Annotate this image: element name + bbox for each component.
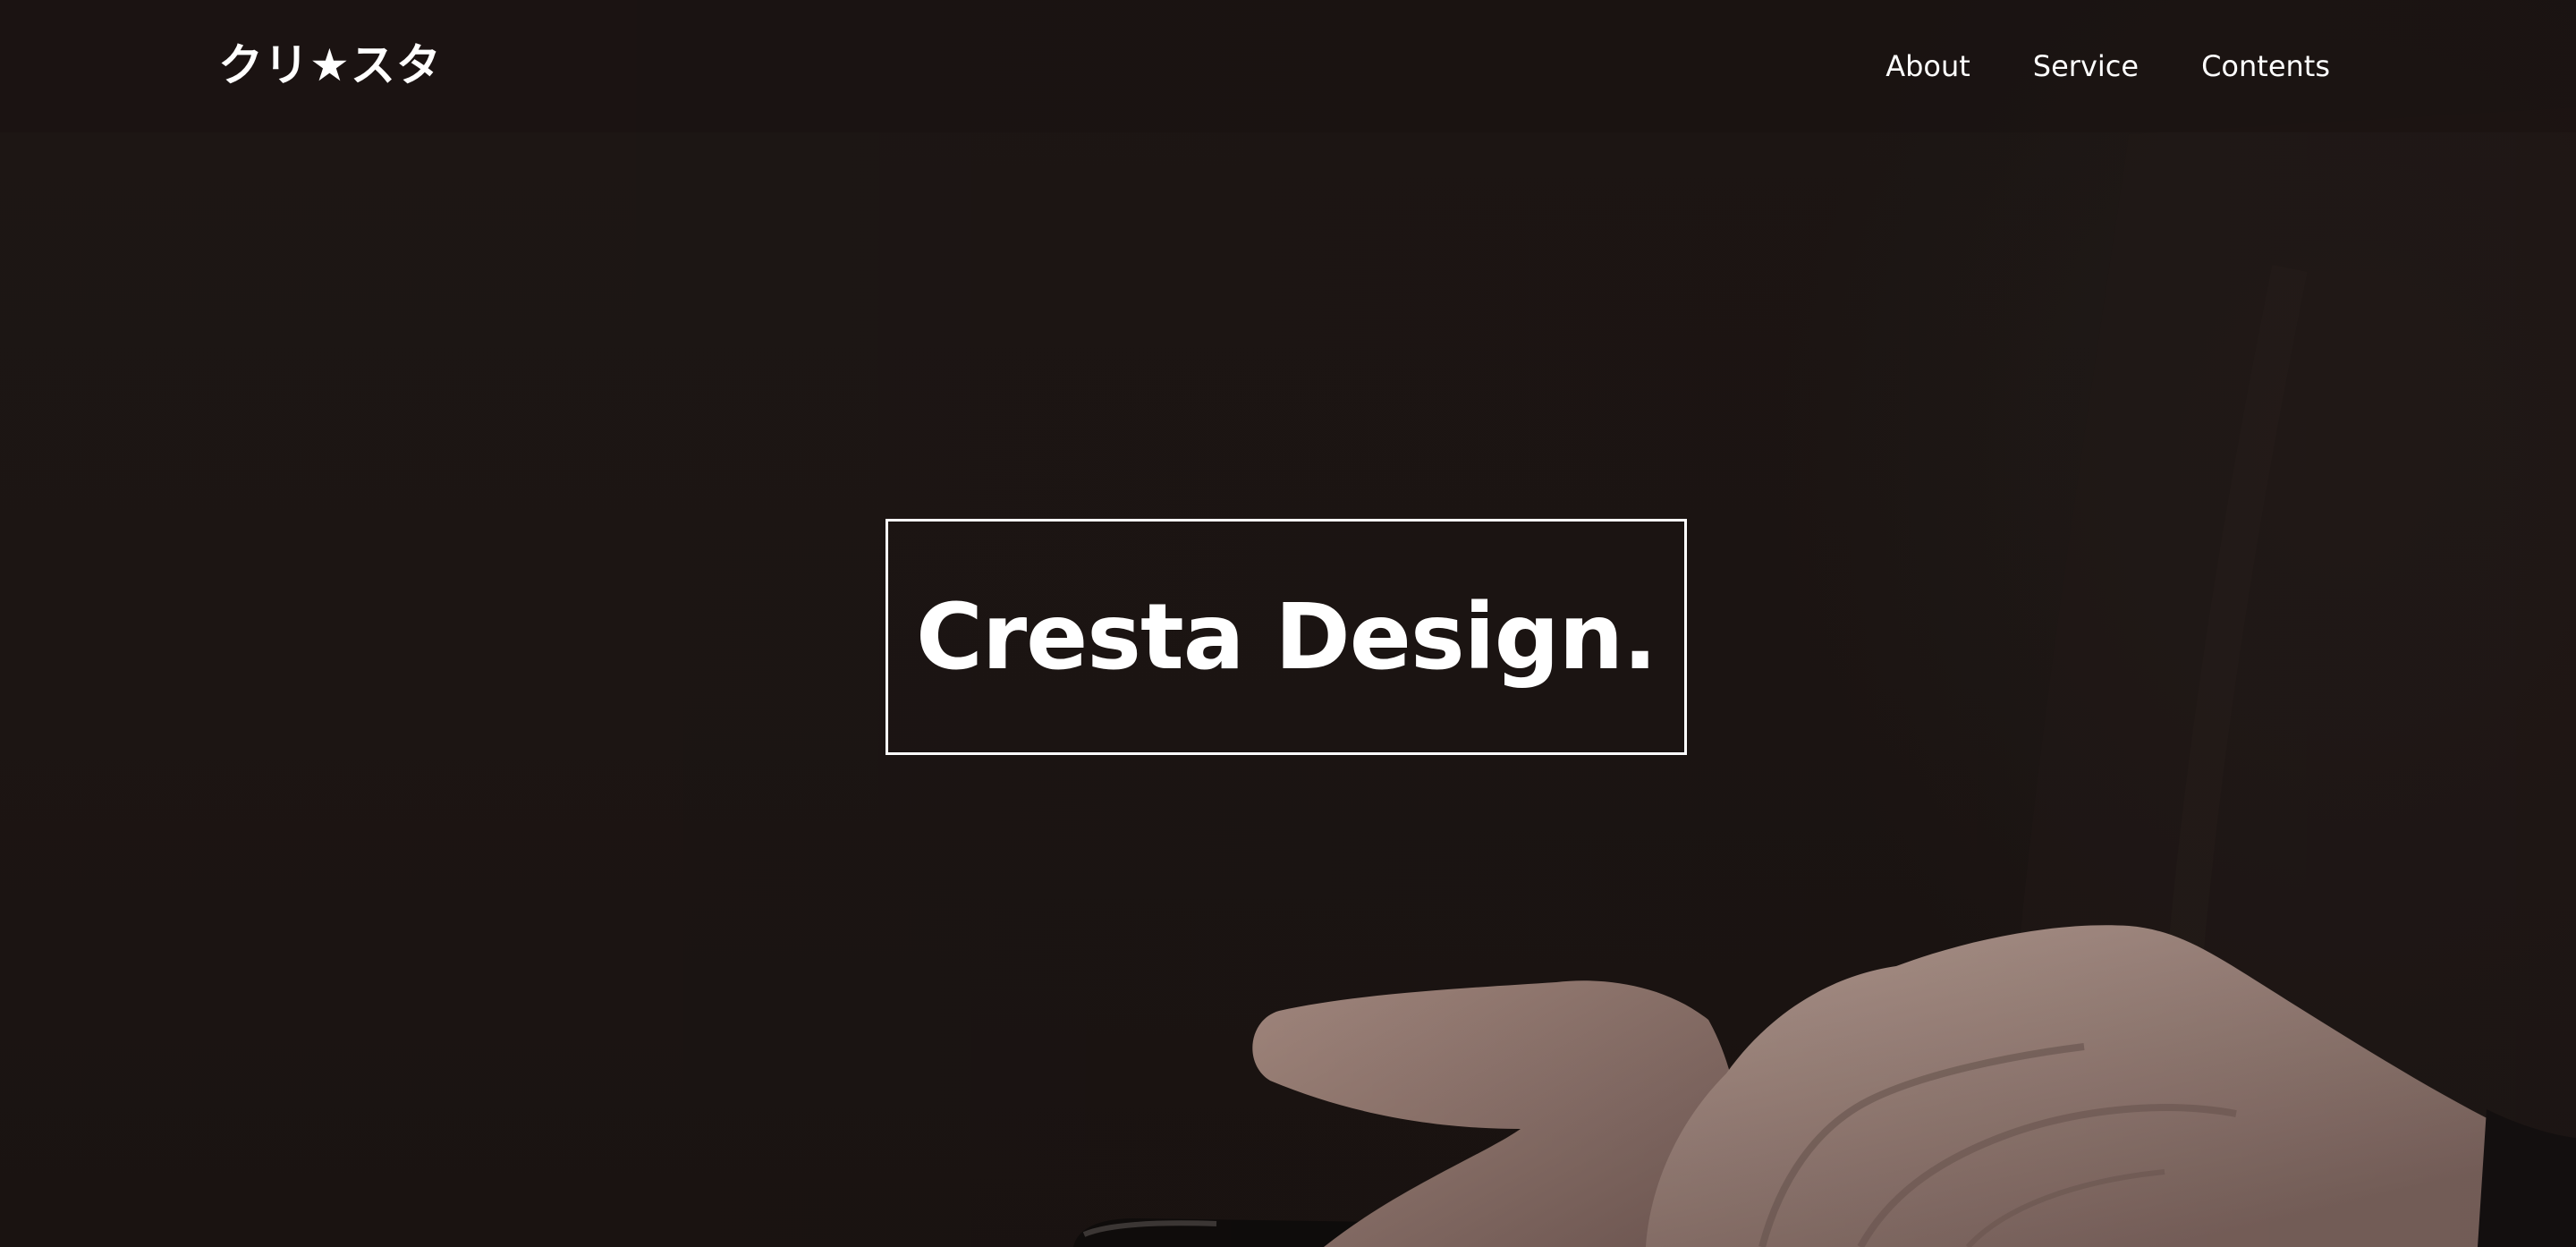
hero-title-box: Cresta Design. — [886, 519, 1687, 755]
main-nav: About Service Contents — [1885, 39, 2330, 93]
nav-item-contents[interactable]: Contents — [2201, 39, 2330, 93]
site-logo[interactable]: クリ★スタ — [218, 34, 442, 97]
hero-title: Cresta Design. — [915, 583, 1657, 691]
nav-item-service[interactable]: Service — [2033, 39, 2139, 93]
site-header: クリ★スタ About Service Contents — [0, 0, 2576, 132]
nav-item-about[interactable]: About — [1885, 39, 1970, 93]
